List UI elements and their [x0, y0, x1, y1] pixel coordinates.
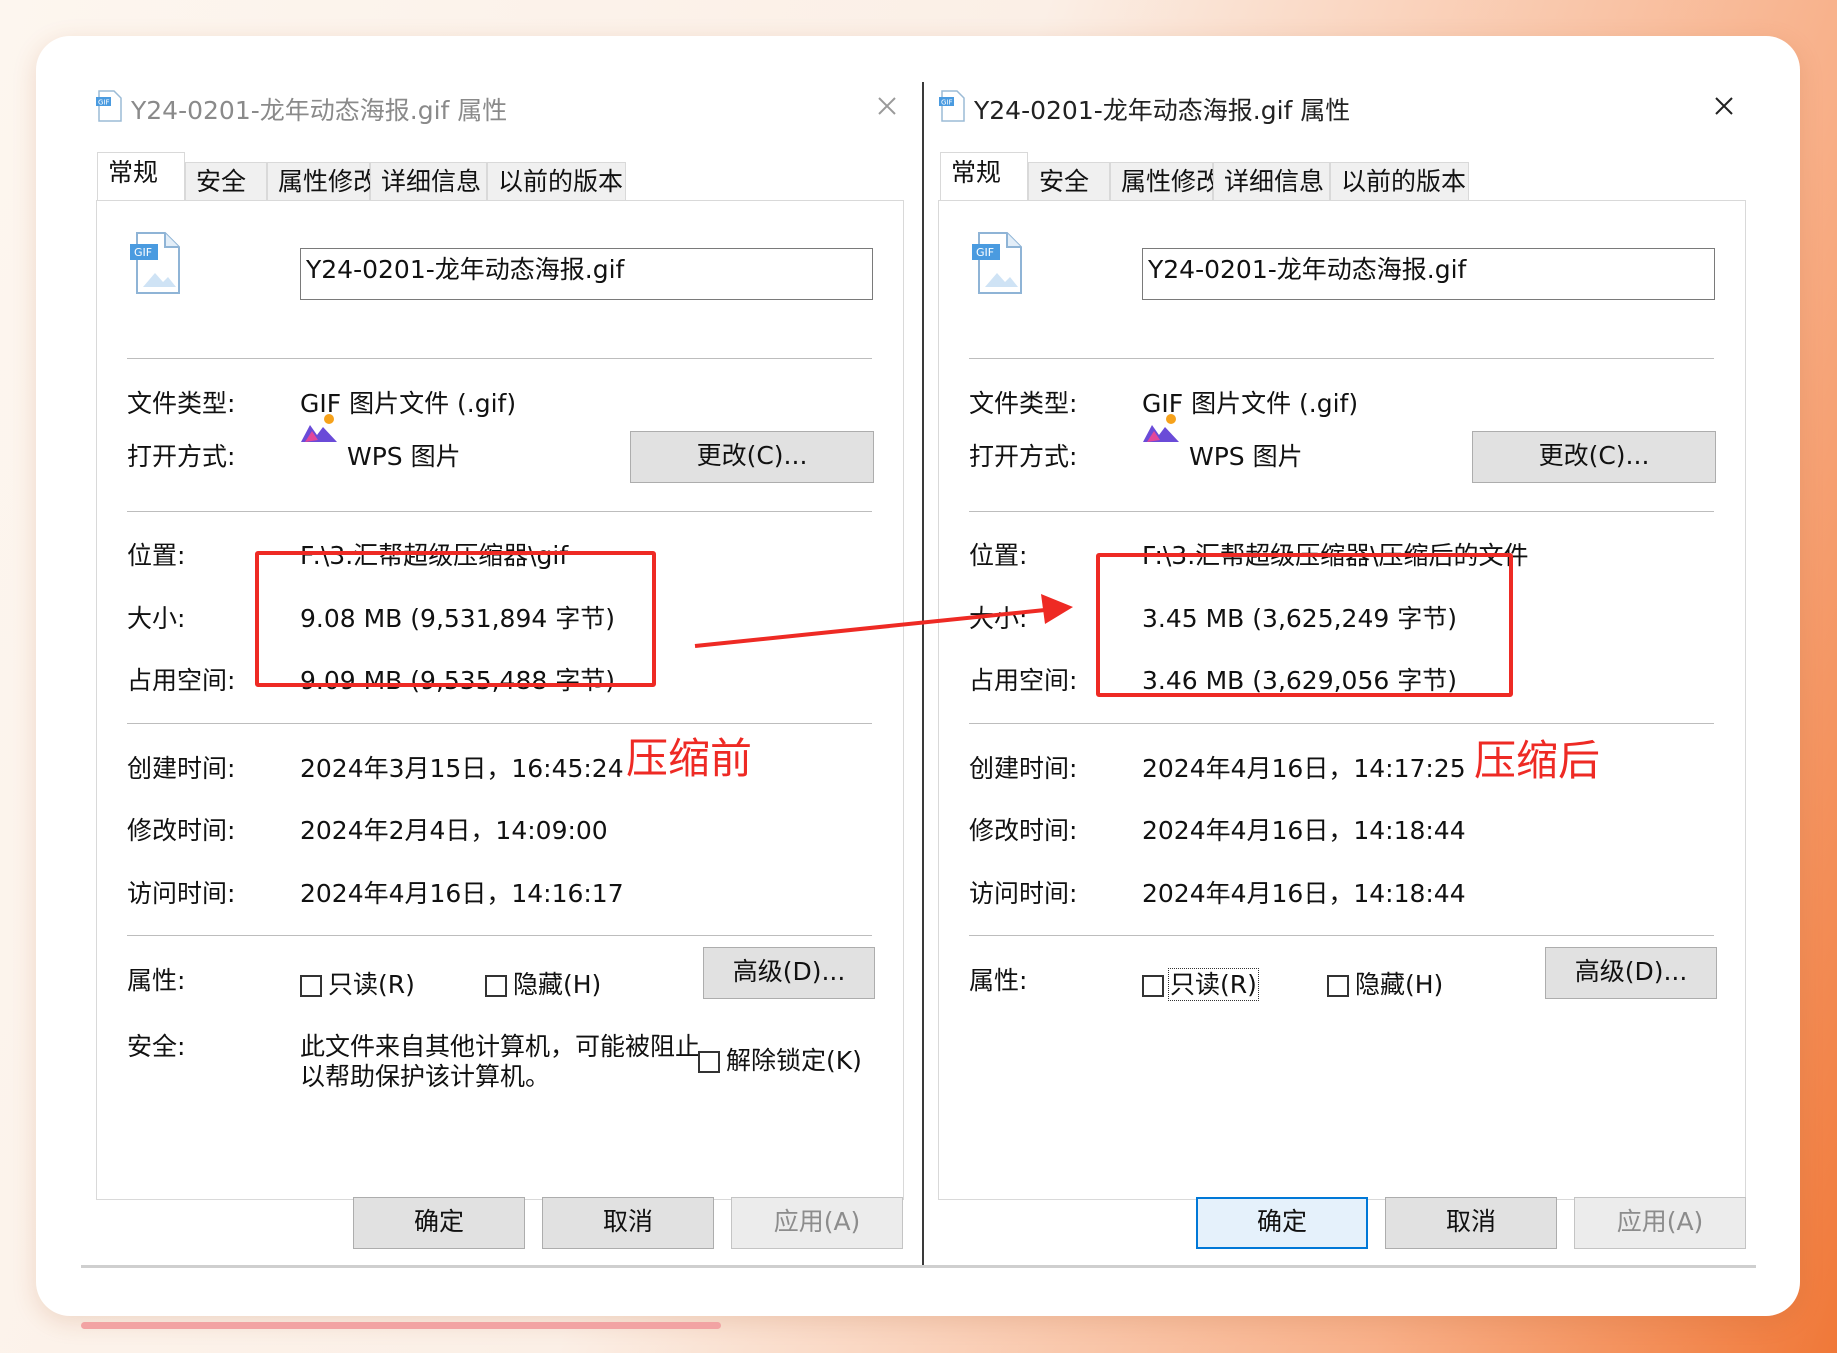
- close-icon[interactable]: [1708, 90, 1740, 122]
- tab-attribute-modify[interactable]: 属性修改: [1110, 162, 1221, 200]
- open-with-value: WPS 图片: [1189, 442, 1303, 471]
- highlight-box-after: [1096, 553, 1513, 697]
- hidden-label: 隐藏(H): [1355, 970, 1444, 999]
- readonly-checkbox[interactable]: 只读(R): [1142, 965, 1259, 1001]
- divider: [969, 723, 1714, 724]
- gif-file-icon: GIF: [972, 232, 1022, 294]
- unblock-checkbox[interactable]: 解除锁定(K): [698, 1041, 862, 1077]
- label-after-compression: 压缩后: [1474, 736, 1601, 785]
- accessed-label: 访问时间:: [127, 879, 236, 908]
- divider: [969, 358, 1714, 359]
- size-on-disk-label: 占用空间:: [969, 666, 1078, 695]
- created-label: 创建时间:: [127, 754, 236, 783]
- open-with-label: 打开方式:: [127, 442, 236, 471]
- titlebar: GIF Y24-0201-龙年动态海报.gif 属性: [81, 82, 921, 130]
- unblock-label: 解除锁定(K): [726, 1046, 862, 1075]
- svg-text:GIF: GIF: [98, 99, 110, 107]
- size-label: 大小:: [127, 604, 186, 633]
- general-panel: GIF Y24-0201-龙年动态海报.gif 文件类型: GIF 图片文件 (…: [938, 200, 1746, 1200]
- divider: [127, 935, 872, 936]
- accessed-label: 访问时间:: [969, 879, 1078, 908]
- created-value: 2024年3月15日，16:45:24: [300, 754, 624, 783]
- tab-general[interactable]: 常规: [97, 152, 185, 200]
- modified-label: 修改时间:: [969, 816, 1078, 845]
- change-button[interactable]: 更改(C)...: [630, 431, 874, 483]
- filename-field[interactable]: Y24-0201-龙年动态海报.gif: [300, 248, 873, 300]
- window-title: Y24-0201-龙年动态海报.gif 属性: [131, 96, 508, 125]
- tab-previous-versions[interactable]: 以前的版本: [487, 162, 626, 200]
- filename-field[interactable]: Y24-0201-龙年动态海报.gif: [1142, 248, 1715, 300]
- window-title: Y24-0201-龙年动态海报.gif 属性: [974, 96, 1351, 125]
- change-button[interactable]: 更改(C)...: [1472, 431, 1716, 483]
- divider: [127, 723, 872, 724]
- apply-button[interactable]: 应用(A): [1574, 1197, 1746, 1249]
- location-label: 位置:: [127, 541, 186, 570]
- window-bottom-edge: [81, 1265, 1756, 1268]
- modified-label: 修改时间:: [127, 816, 236, 845]
- created-value: 2024年4月16日，14:17:25: [1142, 754, 1466, 783]
- file-type-label: 文件类型:: [969, 389, 1078, 418]
- tab-previous-versions[interactable]: 以前的版本: [1330, 162, 1469, 200]
- svg-text:GIF: GIF: [134, 246, 152, 259]
- gif-file-icon: GIF: [96, 90, 122, 122]
- titlebar: GIF Y24-0201-龙年动态海报.gif 属性: [924, 82, 1758, 130]
- open-with-value: WPS 图片: [347, 442, 461, 471]
- ok-button[interactable]: 确定: [353, 1197, 525, 1249]
- close-icon[interactable]: [871, 90, 903, 122]
- tab-general[interactable]: 常规: [940, 152, 1028, 200]
- divider: [127, 358, 872, 359]
- hidden-checkbox[interactable]: 隐藏(H): [485, 965, 601, 1001]
- tab-details[interactable]: 详细信息: [370, 162, 487, 200]
- modified-value: 2024年2月4日，14:09:00: [300, 816, 608, 845]
- size-label: 大小:: [969, 604, 1028, 633]
- gif-file-icon: GIF: [939, 90, 965, 122]
- tab-attribute-modify[interactable]: 属性修改: [267, 162, 378, 200]
- checkbox-box[interactable]: [1327, 975, 1349, 997]
- gif-file-icon: GIF: [130, 232, 180, 294]
- wps-image-icon: [301, 414, 337, 442]
- label-before-compression: 压缩前: [626, 734, 753, 783]
- file-type-label: 文件类型:: [127, 389, 236, 418]
- attributes-label: 属性:: [969, 966, 1028, 995]
- open-with-label: 打开方式:: [969, 442, 1078, 471]
- ok-button[interactable]: 确定: [1196, 1197, 1368, 1249]
- checkbox-box[interactable]: [698, 1051, 720, 1073]
- cancel-button[interactable]: 取消: [1385, 1197, 1557, 1249]
- readonly-label: 只读(R): [328, 970, 415, 999]
- tab-security[interactable]: 安全: [1028, 162, 1110, 200]
- security-label: 安全:: [127, 1032, 186, 1061]
- location-label: 位置:: [969, 541, 1028, 570]
- checkbox-box[interactable]: [1142, 975, 1164, 997]
- hidden-label: 隐藏(H): [513, 970, 602, 999]
- created-label: 创建时间:: [969, 754, 1078, 783]
- advanced-button[interactable]: 高级(D)...: [1545, 947, 1717, 999]
- cancel-button[interactable]: 取消: [542, 1197, 714, 1249]
- divider: [127, 511, 872, 512]
- size-on-disk-label: 占用空间:: [127, 666, 236, 695]
- tab-security[interactable]: 安全: [185, 162, 267, 200]
- accessed-value: 2024年4月16日，14:16:17: [300, 879, 624, 908]
- hidden-checkbox[interactable]: 隐藏(H): [1327, 965, 1443, 1001]
- readonly-checkbox[interactable]: 只读(R): [300, 965, 415, 1001]
- checkbox-box[interactable]: [485, 975, 507, 997]
- checkbox-box[interactable]: [300, 975, 322, 997]
- divider: [969, 511, 1714, 512]
- general-panel: GIF Y24-0201-龙年动态海报.gif 文件类型: GIF 图片文件 (…: [96, 200, 904, 1200]
- security-text-line2: 以帮助保护该计算机。: [300, 1062, 551, 1091]
- readonly-label: 只读(R): [1168, 968, 1259, 1001]
- wps-image-icon: [1143, 414, 1179, 442]
- apply-button[interactable]: 应用(A): [731, 1197, 903, 1249]
- modified-value: 2024年4月16日，14:18:44: [1142, 816, 1466, 845]
- svg-text:GIF: GIF: [976, 246, 994, 259]
- accessed-value: 2024年4月16日，14:18:44: [1142, 879, 1466, 908]
- attributes-label: 属性:: [127, 966, 186, 995]
- highlight-box-before: [255, 551, 656, 687]
- divider: [969, 935, 1714, 936]
- decorative-bar: [81, 1322, 721, 1329]
- tab-details[interactable]: 详细信息: [1213, 162, 1330, 200]
- svg-text:GIF: GIF: [941, 99, 953, 107]
- advanced-button[interactable]: 高级(D)...: [703, 947, 875, 999]
